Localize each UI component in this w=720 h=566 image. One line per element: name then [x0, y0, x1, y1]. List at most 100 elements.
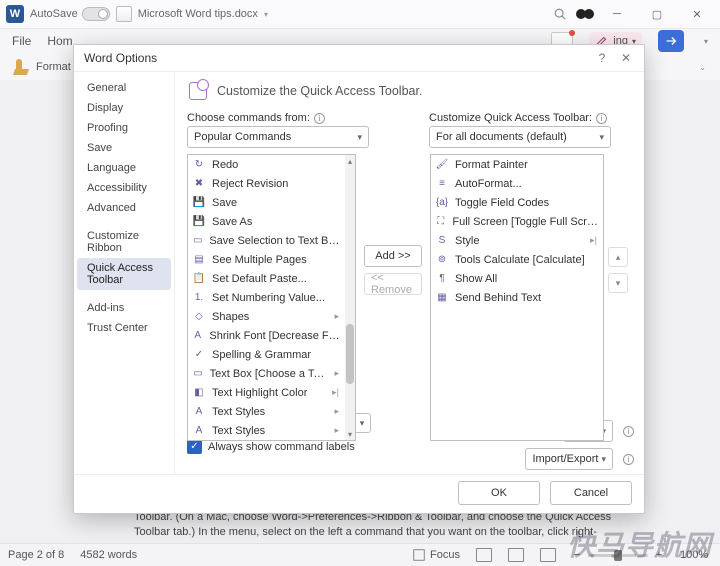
window-minimize-button[interactable]: ─ [600, 2, 634, 26]
presence-icon[interactable] [576, 7, 594, 21]
list-item[interactable]: 📋Set Default Paste... [188, 269, 345, 288]
list-item[interactable]: ↻Redo [188, 155, 345, 174]
list-item[interactable]: SStyle▸| [431, 231, 603, 250]
list-item[interactable]: AText Styles▸ [188, 402, 345, 421]
list-item[interactable]: AShrink Font [Decrease Font Size] [188, 326, 345, 345]
dialog-help-button[interactable]: ? [590, 47, 614, 69]
ribbon-tab-file[interactable]: File [12, 34, 31, 48]
search-icon[interactable] [550, 4, 570, 24]
list-item-label: Text Styles [212, 425, 265, 437]
save-icon: 💾 [192, 196, 206, 210]
spell-icon: ✓ [192, 348, 206, 362]
zoom-slider[interactable] [588, 554, 648, 557]
list-item[interactable]: AText Styles▸ [188, 421, 345, 440]
dialog-nav-item[interactable]: Save [77, 138, 171, 158]
ribbon-collapse-chevron-icon[interactable]: ⌄ [699, 63, 720, 72]
title-chevron-down-icon[interactable]: ▾ [264, 10, 268, 19]
dialog-title: Word Options [84, 51, 157, 65]
list-item[interactable]: 1.Set Numbering Value... [188, 288, 345, 307]
add-button[interactable]: Add >> [364, 245, 422, 267]
view-print-layout-icon[interactable] [476, 548, 492, 562]
dialog-nav-item[interactable]: Proofing [77, 118, 171, 138]
info-icon[interactable]: i [596, 113, 607, 124]
zoom-in-button[interactable]: + [654, 549, 664, 561]
scrollbar[interactable]: ▴ ▾ [345, 155, 355, 440]
status-focus[interactable]: Focus [412, 548, 460, 562]
available-commands-list[interactable]: ↻Redo✖Reject Revision💾Save💾Save As▭Save … [187, 154, 356, 441]
qat-current-list[interactable]: 🖌Format Painter ≡ AutoFormat... {a}Toggle F… [430, 154, 604, 441]
list-item[interactable]: ✖Reject Revision [188, 174, 345, 193]
list-item[interactable]: 🖌Format Painter [431, 155, 603, 174]
list-item[interactable]: {a}Toggle Field Codes [431, 193, 603, 212]
dialog-nav-item[interactable]: Advanced [77, 198, 171, 218]
zoom-percent[interactable]: 100% [680, 549, 712, 561]
list-item[interactable]: ▤See Multiple Pages [188, 250, 345, 269]
zoom-out-button[interactable]: − [572, 549, 582, 561]
share-button[interactable] [658, 30, 684, 52]
qat-heading-icon [187, 80, 209, 102]
dialog-nav-item[interactable]: Add-ins [77, 298, 171, 318]
info-icon[interactable]: i [623, 426, 634, 437]
list-item[interactable]: ▭Text Box [Choose a Text Box]▸ [188, 364, 345, 383]
dialog-nav-item[interactable]: Accessibility [77, 178, 171, 198]
view-read-mode-icon[interactable] [508, 548, 524, 562]
format-painter-icon[interactable] [14, 59, 30, 75]
ok-button[interactable]: OK [458, 481, 540, 505]
move-down-button[interactable]: ▾ [608, 273, 628, 293]
cancel-button[interactable]: Cancel [550, 481, 632, 505]
view-web-layout-icon[interactable] [540, 548, 556, 562]
list-item[interactable]: ▦Send Behind Text [431, 288, 603, 307]
pages-icon: ▤ [192, 253, 206, 267]
list-item[interactable]: ◧Text Highlight Color▸| [188, 383, 345, 402]
autoformat-icon: ≡ [435, 177, 449, 191]
dialog-nav-item[interactable]: Quick Access Toolbar [77, 258, 171, 290]
save-icon[interactable] [116, 6, 132, 22]
info-icon[interactable]: i [623, 454, 634, 465]
list-item[interactable]: ⛶Full Screen [Toggle Full Screen Vie... [431, 212, 603, 231]
list-item-label: Save As [212, 216, 252, 228]
dialog-nav-item[interactable]: Language [77, 158, 171, 178]
dialog-nav-item[interactable]: Customize Ribbon [77, 226, 171, 258]
list-item[interactable]: ▭Save Selection to Text Box Gall... [188, 231, 345, 250]
submenu-chevron-icon: ▸ [334, 311, 341, 322]
scroll-track[interactable] [345, 167, 355, 428]
list-item[interactable]: ¶Show All [431, 269, 603, 288]
list-item[interactable]: ◇Shapes▸ [188, 307, 345, 326]
list-item-label: Shapes [212, 311, 249, 323]
list-item[interactable]: 💾Save [188, 193, 345, 212]
window-maximize-button[interactable]: ▢ [640, 2, 674, 26]
autosave-toggle[interactable] [82, 7, 110, 21]
scroll-up-button[interactable]: ▴ [345, 155, 355, 167]
scroll-down-button[interactable]: ▾ [345, 428, 355, 440]
list-item-label: Reject Revision [212, 178, 288, 190]
dialog-nav-item[interactable]: General [77, 78, 171, 98]
ribbon-tab-home[interactable]: Hom [47, 34, 72, 48]
dialog-nav-item[interactable]: Display [77, 98, 171, 118]
status-word-count[interactable]: 4582 words [80, 549, 137, 561]
list-item[interactable]: ≡ AutoFormat... [431, 174, 603, 193]
list-item-label: Set Default Paste... [212, 273, 307, 285]
list-item[interactable]: 💾Save As [188, 212, 345, 231]
list-item[interactable]: ⊚Tools Calculate [Calculate] [431, 250, 603, 269]
remove-button[interactable]: << Remove [364, 273, 422, 295]
dialog-nav-item[interactable]: Trust Center [77, 318, 171, 338]
customize-qat-combo[interactable]: For all documents (default) ▾ [429, 126, 611, 148]
ribbon-chevron-icon[interactable]: ▾ [704, 37, 708, 46]
list-item[interactable]: ✓Spelling & Grammar [188, 345, 345, 364]
always-show-labels-checkbox-row[interactable]: ✓ Always show command labels [187, 439, 418, 454]
reorder-buttons: ▴ ▾ [608, 154, 628, 386]
window-close-button[interactable]: ✕ [680, 2, 714, 26]
scroll-thumb[interactable] [346, 324, 354, 384]
move-up-button[interactable]: ▴ [608, 247, 628, 267]
zoom-control: − + [572, 549, 664, 561]
list-item-label: Format Painter [455, 159, 528, 171]
dialog-heading: Customize the Quick Access Toolbar. [187, 80, 634, 102]
status-page[interactable]: Page 2 of 8 [8, 549, 64, 561]
info-icon[interactable]: i [314, 113, 325, 124]
list-item-label: Style [455, 235, 479, 247]
choose-commands-combo[interactable]: Popular Commands ▾ [187, 126, 369, 148]
dialog-close-button[interactable]: ✕ [614, 47, 638, 69]
import-export-button[interactable]: Import/Export ▾ [525, 448, 613, 470]
list-item-label: Tools Calculate [Calculate] [455, 254, 585, 266]
list-item-label: AutoFormat... [455, 178, 522, 190]
